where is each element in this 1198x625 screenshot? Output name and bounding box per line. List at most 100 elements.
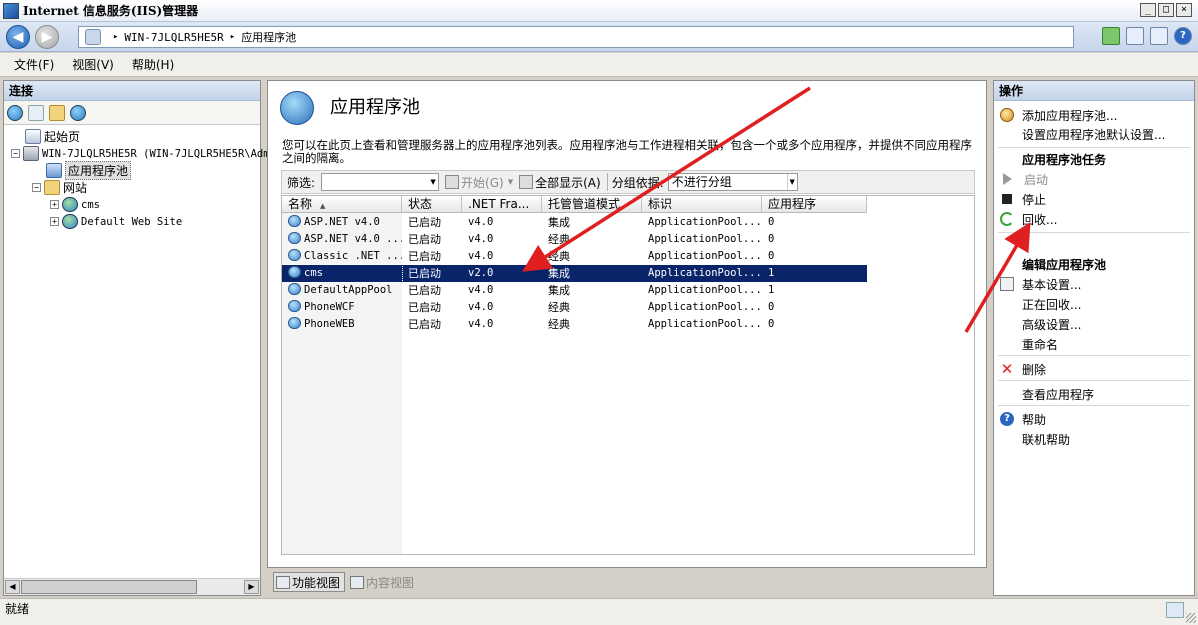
menu-help[interactable]: 帮助(H) [132, 56, 174, 73]
breadcrumb-server[interactable]: WIN-7JLQLR5HE5R [124, 31, 223, 44]
website-globe-icon [62, 197, 78, 212]
app-pool-globe-icon [280, 91, 314, 125]
minimize-button[interactable]: _ [1140, 3, 1156, 17]
table-row[interactable]: cms 已启动 v2.0 集成 ApplicationPool... 1 [282, 264, 867, 283]
binoculars-icon [445, 175, 460, 189]
tree-start-page[interactable]: 起始页 [25, 128, 80, 145]
action-recycle[interactable]: 回收... [994, 210, 1057, 228]
menu-file[interactable]: 文件(F) [14, 56, 54, 73]
action-start[interactable]: 启动 [994, 170, 1048, 188]
table-header: 名称 ▲ 状态 .NET Fra... 托管管道模式 标识 应用程序 [282, 196, 867, 213]
column-header-name[interactable]: 名称 ▲ [282, 196, 402, 213]
tree-app-pools[interactable]: 应用程序池 [46, 161, 132, 180]
table-row[interactable]: DefaultAppPool 已启动 v4.0 集成 ApplicationPool..… [282, 282, 867, 299]
connect-icon[interactable] [7, 104, 23, 121]
table-row[interactable]: PhoneWEB 已启动 v4.0 经典 ApplicationPool... 0 [282, 316, 867, 333]
column-header-status[interactable]: 状态 [402, 196, 462, 213]
horizontal-scrollbar[interactable]: ◀ ▶ [4, 578, 260, 595]
chevron-down-icon[interactable]: ▼ [428, 174, 438, 190]
table-row[interactable]: PhoneWCF 已启动 v4.0 经典 ApplicationPool... 0 [282, 299, 867, 316]
back-button[interactable]: ◀ [6, 25, 30, 49]
cell-text: Classic .NET ... [304, 250, 402, 262]
action-recycling[interactable]: 正在回收... [994, 295, 1081, 313]
action-set-defaults[interactable]: 设置应用程序池默认设置... [994, 125, 1165, 143]
scroll-right-icon[interactable]: ▶ [244, 580, 259, 594]
tree-site-default[interactable]: + Default Web Site [50, 213, 182, 230]
server-icon [23, 146, 39, 161]
cell-text: 集成 [548, 284, 570, 297]
filter-bar: 筛选: ▼ 开始(G) ▼ 全部显示(A) 分组依据: 不进行分组 ▼ [281, 170, 975, 194]
cell-text: 已启动 [408, 301, 441, 314]
divider [998, 232, 1190, 233]
tree-sites[interactable]: − 网站 [32, 179, 87, 196]
action-rename[interactable]: 重命名 [994, 335, 1058, 353]
cell-text: ApplicationPool... [648, 250, 762, 262]
group-by-select[interactable]: 不进行分组 ▼ [667, 173, 798, 191]
table-row[interactable]: Classic .NET ... 已启动 v4.0 经典 ApplicationPool… [282, 248, 867, 265]
action-add-pool[interactable]: 添加应用程序池... [994, 106, 1117, 124]
expand-icon[interactable]: + [50, 200, 59, 209]
page-description: 您可以在此页上查看和管理服务器上的应用程序池列表。应用程序池与工作进程相关联，包… [282, 138, 972, 165]
collapse-icon[interactable]: − [11, 149, 20, 158]
cell-text: v4.0 [468, 233, 494, 245]
action-advanced-settings[interactable]: 高级设置... [994, 315, 1081, 333]
chevron-down-icon[interactable]: ▼ [786, 174, 797, 190]
up-folder-icon[interactable] [49, 104, 65, 121]
action-help[interactable]: ? 帮助 [994, 410, 1046, 428]
action-online-help[interactable]: 联机帮助 [994, 430, 1070, 448]
cell-apps: 1 [762, 282, 867, 299]
cell-text: ASP.NET v4.0 ... [304, 233, 402, 245]
column-header-net[interactable]: .NET Fra... [462, 196, 542, 213]
action-view-apps[interactable]: 查看应用程序 [994, 385, 1094, 403]
tab-features-view[interactable]: 功能视图 [273, 572, 346, 592]
cell-text: 已启动 [408, 216, 441, 229]
cell-text: v4.0 [468, 318, 494, 330]
cell-name: ASP.NET v4.0 [282, 214, 402, 231]
refresh-icon[interactable] [1102, 27, 1120, 45]
table-row[interactable]: ASP.NET v4.0 ... 已启动 v4.0 经典 ApplicationPool… [282, 231, 867, 248]
tree-site-cms[interactable]: + cms [50, 196, 100, 213]
action-stop[interactable]: 停止 [994, 190, 1046, 208]
home-icon[interactable] [1150, 27, 1168, 45]
scroll-thumb[interactable] [21, 580, 197, 594]
column-header-pipeline[interactable]: 托管管道模式 [542, 196, 642, 213]
tab-content-view[interactable]: 内容视图 [347, 572, 419, 592]
column-header-applications[interactable]: 应用程序 [762, 196, 867, 213]
tree-server[interactable]: − WIN-7JLQLR5HE5R (WIN-7JLQLR5HE5R\Adm [11, 145, 270, 162]
disconnect-icon[interactable] [70, 104, 86, 121]
breadcrumb-app-pools[interactable]: 应用程序池 [241, 29, 296, 45]
filter-input[interactable]: ▼ [321, 173, 440, 191]
maximize-button[interactable]: □ [1158, 3, 1174, 17]
action-delete[interactable]: ✕ 删除 [994, 360, 1046, 378]
stop-loading-icon[interactable] [1126, 27, 1144, 45]
help-icon[interactable]: ? [1174, 27, 1192, 45]
save-icon[interactable] [28, 104, 44, 121]
cell-text: ApplicationPool... [648, 233, 762, 245]
chevron-down-icon[interactable]: ▼ [508, 178, 513, 186]
app-pool-icon [288, 215, 301, 227]
status-text: 就绪 [5, 602, 30, 616]
action-basic-settings[interactable]: 基本设置... [994, 275, 1081, 293]
column-header-identity[interactable]: 标识 [642, 196, 762, 213]
breadcrumb[interactable]: ▸ WIN-7JLQLR5HE5R ▸ 应用程序池 [78, 26, 1074, 48]
menu-view[interactable]: 视图(V) [72, 56, 114, 73]
resize-grip-icon[interactable] [1186, 613, 1196, 623]
tab-label: 功能视图 [292, 575, 341, 590]
cell-mode: 经典 [542, 299, 642, 316]
cell-text: 0 [768, 216, 775, 228]
show-all-button[interactable]: 全部显示(A) [519, 174, 601, 191]
cell-identity: ApplicationPool... [642, 316, 762, 333]
action-label: 启动 [1024, 172, 1049, 187]
scroll-left-icon[interactable]: ◀ [5, 580, 20, 594]
cell-text: DefaultAppPool [304, 284, 393, 296]
close-button[interactable]: × [1176, 3, 1192, 17]
cell-text: ASP.NET v4.0 [304, 216, 380, 228]
cell-status: 已启动 [402, 214, 462, 231]
expand-icon[interactable]: + [50, 217, 59, 226]
breadcrumb-separator: ▸ [113, 32, 119, 42]
start-filter-button[interactable]: 开始(G) ▼ [445, 174, 513, 191]
collapse-icon[interactable]: − [32, 183, 41, 192]
table-row[interactable]: ASP.NET v4.0 已启动 v4.0 集成 ApplicationPool... 0 [282, 214, 867, 231]
forward-button[interactable]: ▶ [35, 25, 59, 49]
cell-net: v2.0 [462, 265, 542, 282]
